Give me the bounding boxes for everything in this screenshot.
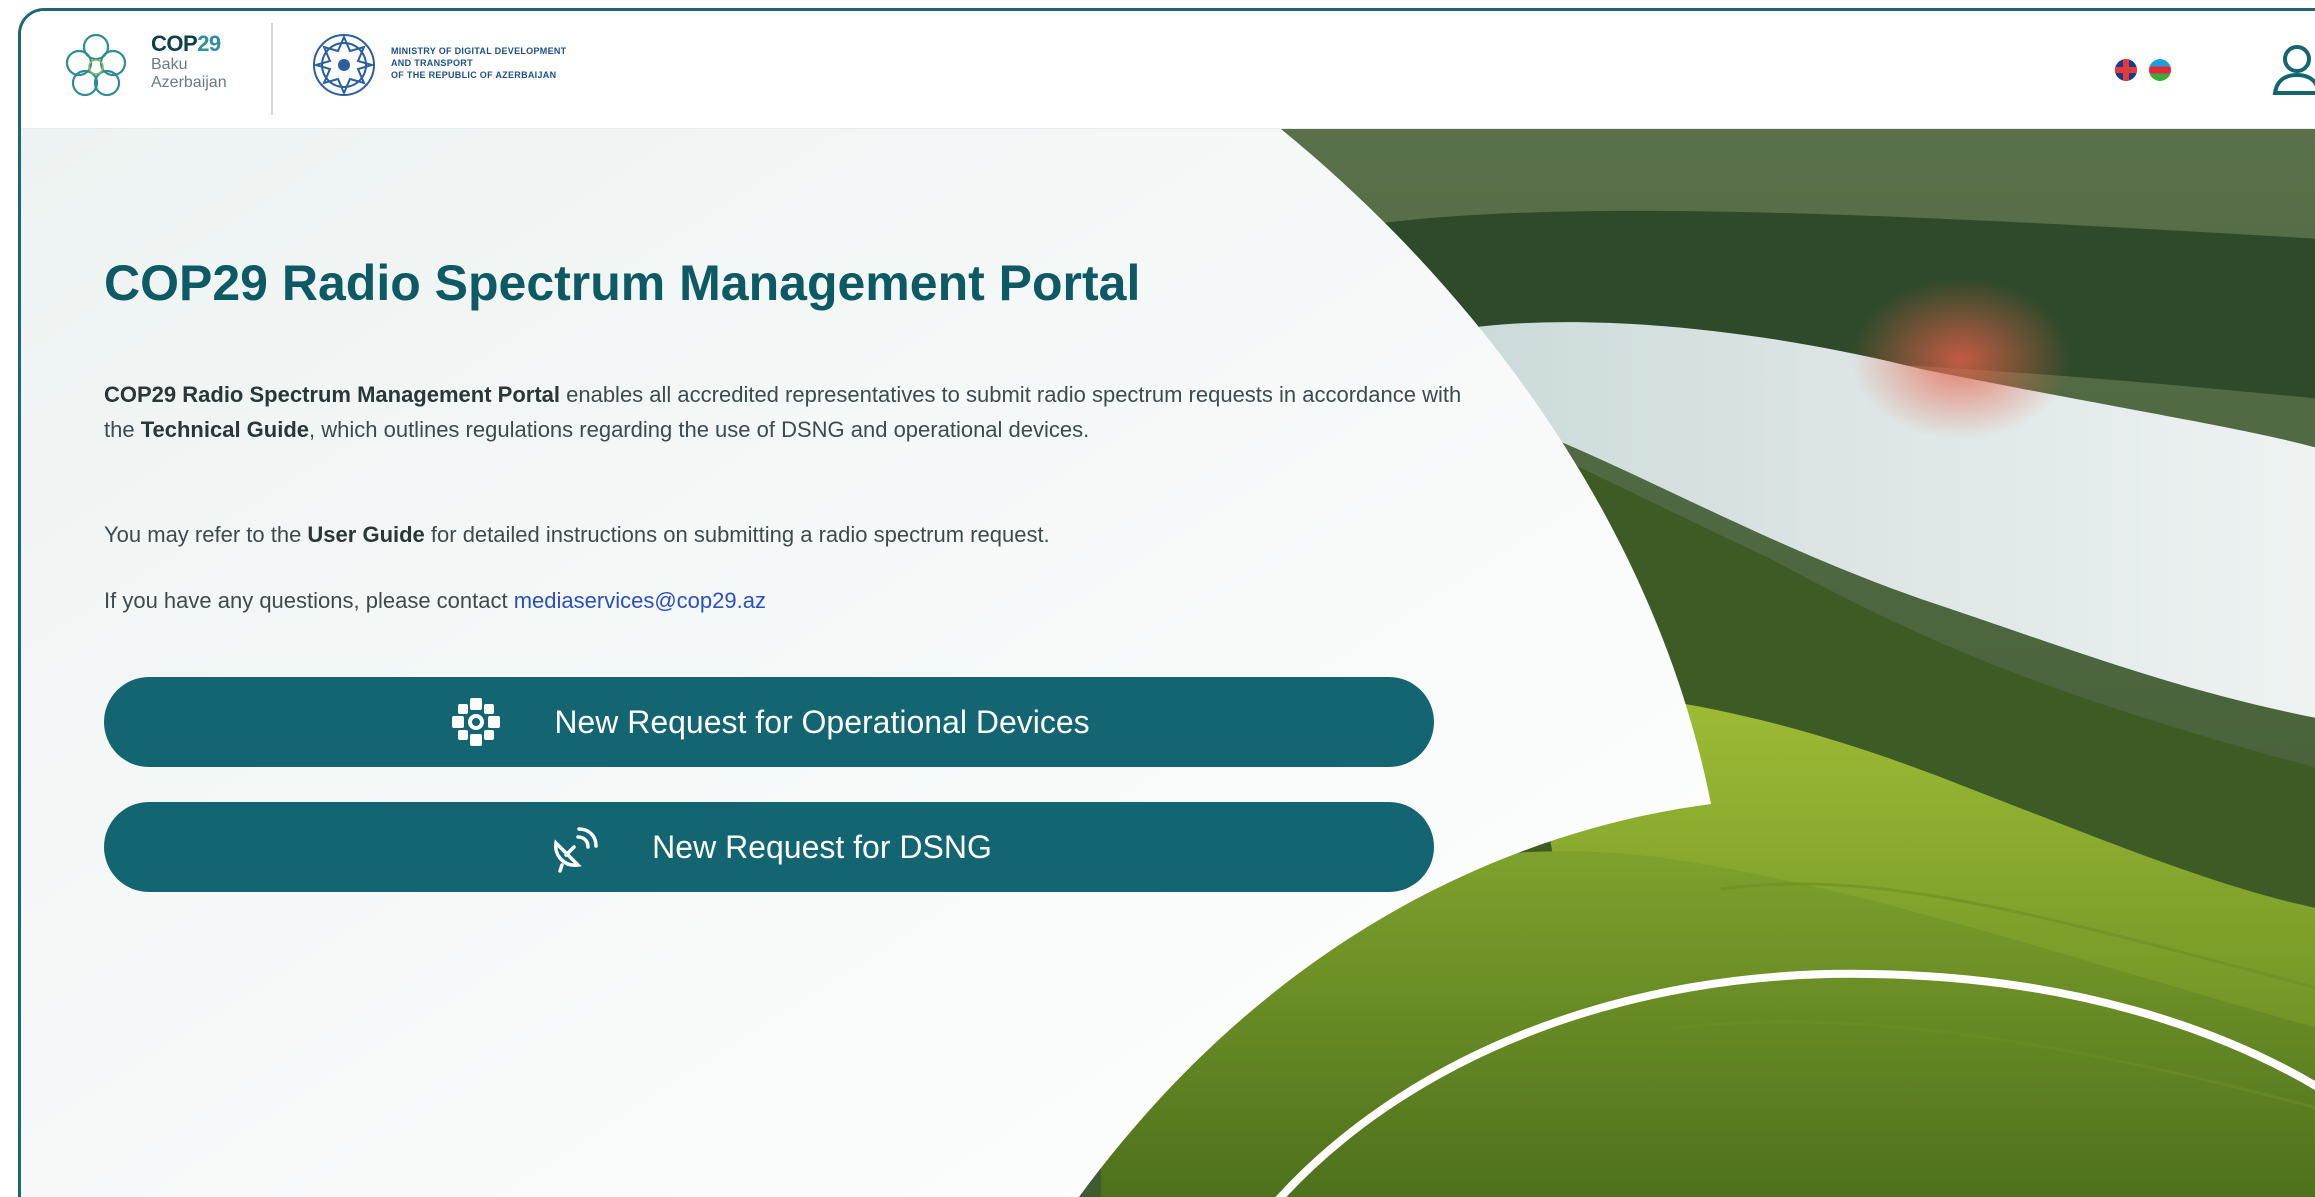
operational-devices-icon: [452, 698, 501, 746]
technical-guide-link[interactable]: Technical Guide: [141, 417, 309, 442]
header-divider: [271, 23, 273, 115]
site-header: COP29 Baku Azerbaijan MINISTRY OF DIGITA…: [21, 11, 2315, 129]
ministry-line-1: MINISTRY OF DIGITAL DEVELOPMENT: [391, 46, 567, 56]
page-title: COP29 Radio Spectrum Management Portal: [104, 255, 1141, 311]
user-icon[interactable]: [2269, 41, 2315, 101]
cop29-country: Azerbaijan: [151, 74, 227, 91]
intro-paragraph: COP29 Radio Spectrum Management Portal e…: [104, 377, 1474, 447]
user-guide-text-2: for detailed instructions on submitting …: [424, 522, 1050, 547]
azerbaijan-flag-icon[interactable]: [2149, 59, 2171, 81]
satellite-dish-icon: [554, 827, 598, 873]
cop29-wordmark: COP29 Baku Azerbaijan: [151, 33, 227, 91]
new-request-dsng-button[interactable]: New Request for DSNG: [104, 802, 1434, 892]
ministry-line-2: AND TRANSPORT: [391, 58, 473, 68]
user-guide-paragraph: You may refer to the User Guide for deta…: [104, 517, 1474, 552]
main-content: COP29 Radio Spectrum Management Portal C…: [21, 129, 2315, 1197]
cop29-city: Baku: [151, 56, 188, 73]
ministry-emblem-icon: [312, 34, 376, 96]
user-guide-text-1: You may refer to the: [104, 522, 308, 547]
hero-content: COP29 Radio Spectrum Management Portal C…: [21, 129, 1461, 1029]
contact-email-link[interactable]: mediaservices@cop29.az: [514, 588, 766, 613]
new-request-dsng-label: New Request for DSNG: [652, 828, 992, 865]
new-request-operational-devices-label: New Request for Operational Devices: [554, 703, 1090, 740]
cop29-title: COP29: [151, 31, 221, 56]
user-guide-link[interactable]: User Guide: [307, 522, 424, 547]
new-request-operational-devices-button[interactable]: New Request for Operational Devices: [104, 677, 1434, 767]
intro-text-2: , which outlines regulations regarding t…: [309, 417, 1090, 442]
ministry-name: MINISTRY OF DIGITAL DEVELOPMENT AND TRAN…: [391, 45, 566, 81]
contact-text: If you have any questions, please contac…: [104, 588, 514, 613]
cop29-logo-icon[interactable]: [63, 29, 129, 99]
uk-flag-icon[interactable]: [2115, 59, 2137, 81]
portal-name-text: COP29 Radio Spectrum Management Portal: [104, 382, 560, 407]
ministry-line-3: OF THE REPUBLIC OF AZERBAIJAN: [391, 70, 557, 80]
contact-paragraph: If you have any questions, please contac…: [104, 583, 1474, 618]
app-window: COP29 Baku Azerbaijan MINISTRY OF DIGITA…: [18, 8, 2315, 1197]
